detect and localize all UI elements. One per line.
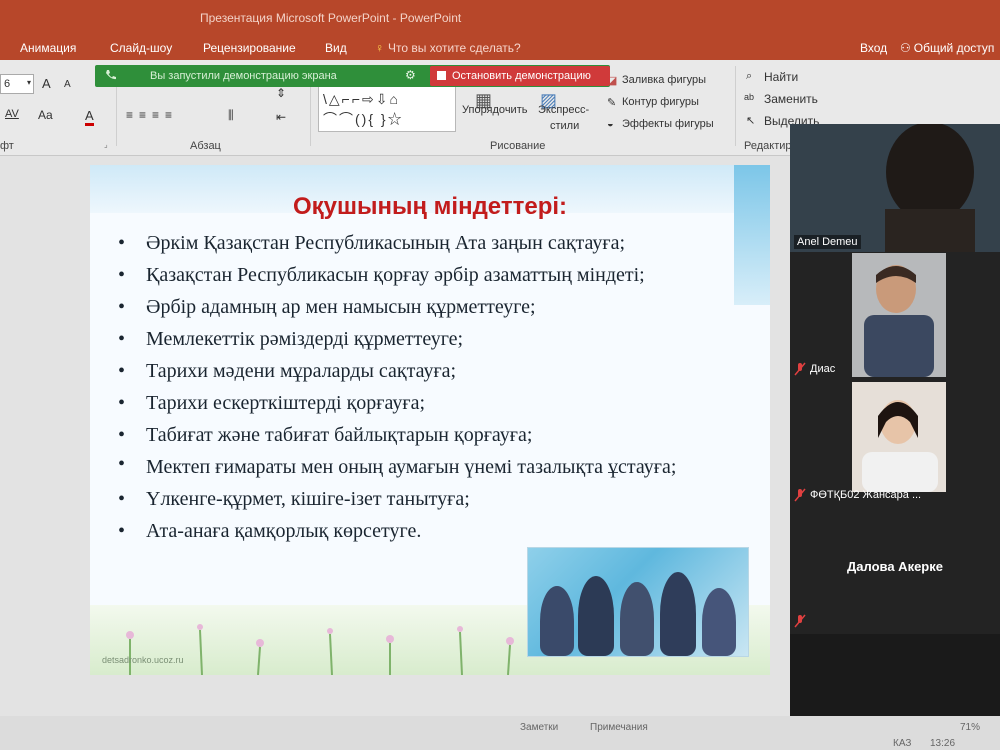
comments-button[interactable]: Примечания	[590, 722, 648, 733]
lightbulb-icon: ♀	[375, 41, 384, 55]
grow-font-button[interactable]: A	[42, 76, 51, 91]
list-item: Тарихи мәдени мұраларды сақтауға;	[112, 355, 742, 387]
participant-name: ФӨТҚБ02 Жансара ...	[810, 489, 922, 501]
tab-slideshow[interactable]: Слайд-шоу	[110, 41, 172, 55]
shapes-gallery[interactable]: \△⌐⌐⇨⇩⌂ ⌒⌒(){ }☆	[318, 86, 456, 132]
shrink-font-button[interactable]: A	[64, 79, 71, 90]
notes-button[interactable]: Заметки	[520, 722, 558, 733]
mic-off-icon	[794, 488, 806, 502]
font-color-button[interactable]: A	[85, 108, 94, 126]
arrange-button[interactable]: Упорядочить	[462, 104, 527, 116]
language-indicator[interactable]: КАЗ	[893, 738, 911, 749]
video-feed	[852, 382, 946, 492]
list-item: Мектеп ғимараты мен оның аумағын үнемі т…	[112, 451, 742, 483]
chevron-down-icon: ▾	[26, 78, 31, 87]
ribbon-tabs: Анимация Слайд-шоу Рецензирование Вид ♀ Ч…	[0, 36, 1000, 60]
shape-outline-button[interactable]: Контур фигуры	[622, 96, 699, 108]
list-item: Қазақстан Республикасын қорғау әрбір аза…	[112, 259, 742, 291]
participant-name-tile[interactable]: Далова Акерке	[790, 559, 1000, 574]
list-item: Ата-анаға қамқорлық көрсетуге.	[112, 515, 742, 547]
mic-off-icon	[794, 362, 806, 376]
find-button[interactable]: Найти	[764, 70, 798, 84]
tab-review[interactable]: Рецензирование	[203, 41, 296, 55]
dialog-launcher-icon[interactable]: ⌟	[104, 140, 108, 149]
align-text-icon[interactable]: ⇤	[276, 110, 286, 124]
stop-icon	[437, 71, 446, 80]
cursor-icon: ↖	[746, 115, 756, 127]
participant-name: Anel Demeu	[794, 235, 861, 249]
columns-icon[interactable]: ⫼	[228, 108, 234, 123]
participant-video-tile[interactable]	[852, 253, 946, 377]
share-button[interactable]: ⚇ Общий доступ	[900, 41, 994, 55]
text-direction-icon[interactable]: ⇕	[276, 86, 286, 100]
window-title: Презентация Microsoft PowerPoint - Power…	[200, 11, 462, 25]
slide-canvas[interactable]: Оқушының міндеттері: Әркім Қазақстан Рес…	[90, 165, 770, 675]
mic-off-icon	[794, 614, 806, 628]
participant-name: Диас	[810, 363, 836, 375]
list-item: Мемлекеттік рәміздерді құрметтеуге;	[112, 323, 742, 355]
status-bar: Заметки Примечания 71% КАЗ 13:26	[0, 716, 1000, 750]
find-icon: ⌕	[746, 70, 753, 82]
list-item: Табиғат және табиғат байлықтарын қорғауғ…	[112, 419, 742, 451]
shape-fill-button[interactable]: Заливка фигуры	[622, 74, 706, 86]
list-item: Үлкенге-құрмет, кішіге-ізет танытуға;	[112, 483, 742, 515]
stop-sharing-button[interactable]: Остановить демонстрацию	[430, 66, 610, 86]
quick-styles-label-2: стили	[550, 120, 580, 132]
font-group-label: фт	[0, 140, 14, 152]
divider	[735, 66, 736, 146]
pen-icon: ✎	[607, 97, 617, 109]
bullet-list[interactable]: Әркім Қазақстан Республикасының Ата заңы…	[112, 227, 742, 547]
shape-effects-button[interactable]: Эффекты фигуры	[622, 118, 714, 130]
quick-styles-button[interactable]: Экспресс-	[538, 104, 589, 116]
tell-me-label: Что вы хотите сделать?	[388, 41, 521, 55]
font-size-box[interactable]: 6 ▾	[0, 74, 34, 94]
signin-link[interactable]: Вход	[860, 41, 887, 55]
phone-icon	[106, 70, 116, 80]
font-size-value: 6	[4, 78, 11, 90]
gear-icon[interactable]: ⚙	[405, 68, 416, 82]
tell-me-search[interactable]: ♀ Что вы хотите сделать?	[375, 41, 521, 55]
participants-panel: Anel Demeu Диас ФӨТҚБ02 Жансара ... Дало…	[790, 124, 1000, 634]
zoom-level[interactable]: 71%	[960, 722, 980, 733]
children-photo	[527, 547, 749, 657]
slide-title[interactable]: Оқушының міндеттері:	[90, 193, 770, 221]
char-spacing-button[interactable]: AV	[5, 108, 19, 120]
list-item: Әркім Қазақстан Республикасының Ата заңы…	[112, 227, 742, 259]
title-bar: Презентация Microsoft PowerPoint - Power…	[0, 0, 1000, 36]
participant-video-tile[interactable]	[852, 382, 946, 492]
person-icon: ⚇	[900, 41, 911, 55]
paragraph-group-label: Абзац	[190, 140, 221, 152]
replace-button[interactable]: Заменить	[764, 92, 818, 106]
effects-icon: ◒	[607, 118, 614, 130]
list-item: Әрбір адамның ар мен намысын құрметтеуге…	[112, 291, 742, 323]
change-case-button[interactable]: Aa	[38, 108, 53, 122]
video-feed	[790, 124, 1000, 252]
share-label: Общий доступ	[913, 41, 995, 55]
tab-animation[interactable]: Анимация	[20, 41, 76, 55]
site-watermark: detsadronko.ucoz.ru	[102, 655, 184, 665]
shapes-row-2: ⌒⌒(){ }☆	[323, 111, 404, 127]
tab-view[interactable]: Вид	[325, 41, 347, 55]
align-buttons-icon[interactable]: ≡≡≡≡	[126, 108, 178, 122]
video-feed	[852, 253, 946, 377]
stop-sharing-label: Остановить демонстрацию	[452, 70, 591, 82]
drawing-group-label: Рисование	[490, 140, 546, 152]
participant-video-tile[interactable]: Anel Demeu	[790, 124, 1000, 252]
screenshare-message: Вы запустили демонстрацию экрана	[150, 70, 337, 82]
clock: 13:26	[930, 738, 956, 749]
shapes-row-1: \△⌐⌐⇨⇩⌂	[323, 91, 400, 107]
replace-icon: ab	[744, 92, 755, 102]
list-item: Тарихи ескерткіштерді қорғауға;	[112, 387, 742, 419]
